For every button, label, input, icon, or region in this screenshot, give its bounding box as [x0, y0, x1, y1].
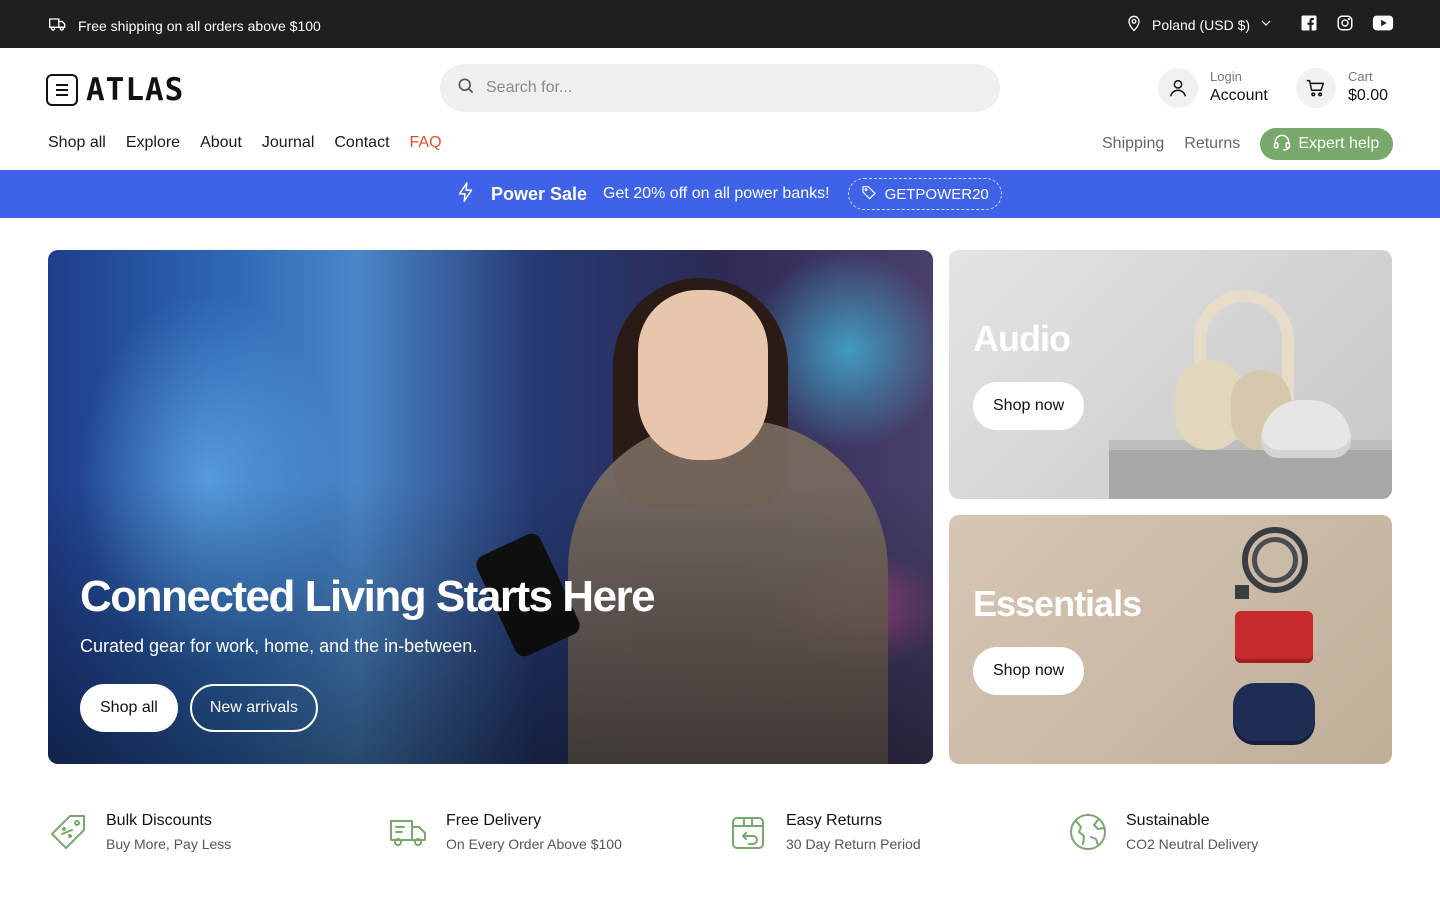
- hero-banner: Connected Living Starts Here Curated gea…: [48, 250, 933, 764]
- search-icon: [456, 76, 476, 101]
- facebook-icon[interactable]: [1300, 14, 1318, 32]
- feature-title: Free Delivery: [446, 812, 542, 829]
- promo-message: Get 20% off on all power banks!: [603, 185, 830, 202]
- audio-card-title: Audio: [973, 318, 1071, 359]
- feature-subtitle: CO2 Neutral Delivery: [1126, 836, 1259, 852]
- new-arrivals-button[interactable]: New arrivals: [189, 684, 318, 732]
- social-links: [1300, 14, 1394, 32]
- free-shipping-text: Free shipping on all orders above $100: [78, 17, 321, 34]
- essentials-category-card[interactable]: Essentials Shop now: [949, 515, 1392, 764]
- return-box-icon: [728, 810, 768, 857]
- login-label: Login: [1210, 69, 1242, 84]
- instagram-icon[interactable]: [1336, 14, 1354, 32]
- chevron-down-icon: [1258, 15, 1274, 34]
- main-nav: Shop all Explore About Journal Contact F…: [48, 134, 442, 152]
- cart-link[interactable]: Cart $0.00: [1296, 68, 1388, 108]
- announcement-bar: Free shipping on all orders above $100 P…: [0, 0, 1440, 48]
- location-pin-icon: [1124, 13, 1144, 36]
- hero-title: Connected Living Starts Here: [80, 572, 656, 621]
- youtube-icon[interactable]: [1372, 14, 1394, 32]
- feature-subtitle: On Every Order Above $100: [446, 836, 622, 852]
- globe-icon: [1068, 810, 1108, 857]
- feature-sustainable: Sustainable CO2 Neutral Delivery: [1068, 810, 1258, 857]
- menu-icon[interactable]: [46, 74, 78, 106]
- feature-title: Easy Returns: [786, 812, 883, 829]
- feature-free-delivery: Free Delivery On Every Order Above $100: [388, 810, 622, 857]
- nav-explore[interactable]: Explore: [126, 134, 180, 152]
- coupon-code-text: GETPOWER20: [884, 185, 989, 203]
- discount-tag-icon: [48, 810, 88, 857]
- search-bar[interactable]: [440, 64, 1000, 112]
- account-link[interactable]: Login Account: [1158, 68, 1268, 108]
- account-label: Account: [1210, 87, 1268, 104]
- hero-subtitle: Curated gear for work, home, and the in-…: [80, 636, 478, 656]
- essentials-shop-now-button[interactable]: Shop now: [973, 647, 1085, 695]
- promo-banner: Power Sale Get 20% off on all power bank…: [0, 170, 1440, 218]
- nav-faq[interactable]: FAQ: [410, 134, 442, 152]
- feature-strip: Bulk Discounts Buy More, Pay Less Free D…: [48, 810, 1392, 860]
- user-icon: [1158, 68, 1198, 108]
- nav-shop-all[interactable]: Shop all: [48, 134, 106, 152]
- truck-icon: [48, 14, 68, 37]
- nav-journal[interactable]: Journal: [262, 134, 314, 152]
- cart-label: Cart: [1348, 69, 1373, 84]
- headset-icon: [1272, 132, 1292, 157]
- feature-title: Sustainable: [1126, 812, 1210, 829]
- atlas-logo[interactable]: ATLAS: [46, 72, 184, 108]
- expert-help-label: Expert help: [1298, 135, 1380, 152]
- nav-about[interactable]: About: [200, 134, 242, 152]
- region-selector[interactable]: Poland (USD $): [1124, 13, 1274, 36]
- tag-icon: [861, 184, 877, 204]
- feature-subtitle: 30 Day Return Period: [786, 836, 921, 852]
- site-header: ATLAS Login Account Cart $0.00 Shop all …: [0, 48, 1440, 170]
- nav-returns[interactable]: Returns: [1184, 135, 1240, 153]
- audio-category-card[interactable]: Audio Shop now: [949, 250, 1392, 499]
- logo-wordmark: ATLAS: [86, 72, 185, 108]
- feature-title: Bulk Discounts: [106, 812, 212, 829]
- free-shipping-notice: Free shipping on all orders above $100: [48, 14, 321, 37]
- audio-shop-now-button[interactable]: Shop now: [973, 382, 1085, 430]
- cart-total: $0.00: [1348, 87, 1389, 104]
- truck-icon: [388, 810, 428, 857]
- feature-easy-returns: Easy Returns 30 Day Return Period: [728, 810, 921, 857]
- region-label: Poland (USD $): [1152, 16, 1251, 33]
- feature-bulk-discounts: Bulk Discounts Buy More, Pay Less: [48, 810, 231, 857]
- nav-shipping[interactable]: Shipping: [1102, 135, 1164, 153]
- hero-shop-all-button[interactable]: Shop all: [80, 684, 178, 732]
- lightning-icon: [455, 181, 477, 208]
- search-input[interactable]: [486, 79, 966, 97]
- nav-contact[interactable]: Contact: [334, 134, 389, 152]
- feature-subtitle: Buy More, Pay Less: [106, 836, 232, 852]
- promo-title: Power Sale: [491, 183, 588, 204]
- coupon-code[interactable]: GETPOWER20: [847, 178, 1002, 210]
- cart-icon: [1296, 68, 1336, 108]
- essentials-card-title: Essentials: [973, 583, 1142, 624]
- secondary-nav: Shipping Returns Expert help: [1102, 128, 1394, 160]
- expert-help-button[interactable]: Expert help: [1260, 128, 1394, 160]
